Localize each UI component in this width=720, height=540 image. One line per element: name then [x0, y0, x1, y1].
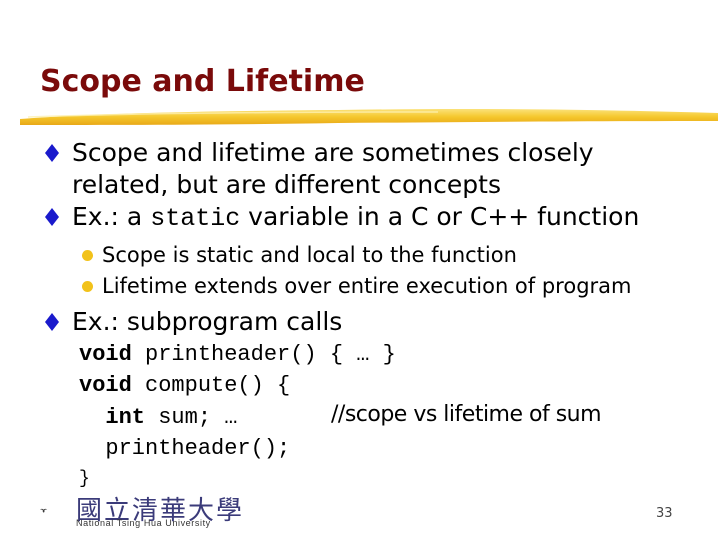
title-underline-brush [20, 109, 718, 125]
sub-bullet-1-text: Scope is static and local to the functio… [102, 243, 517, 267]
slide-title: Scope and Lifetime [40, 64, 365, 99]
code-text: compute() { [131, 373, 291, 398]
code-keyword: void [79, 342, 132, 367]
university-emblem-icon [40, 508, 48, 513]
code-line-1: void printheader() { … } [79, 339, 396, 370]
page-number: 33 [656, 506, 673, 521]
bullet-3-text: Ex.: subprogram calls [72, 307, 343, 336]
bullet-2-suffix: variable in a C or C++ function [240, 202, 640, 231]
code-text: sum; … [145, 405, 238, 430]
code-comment: //scope vs lifetime of sum [331, 402, 602, 427]
circle-bullet-icon [82, 250, 93, 261]
code-text: printheader() { … } [131, 342, 396, 367]
code-line-2: void compute() { [79, 370, 290, 401]
bullet-1-line-2: related, but are different concepts [72, 170, 501, 199]
static-keyword: static [150, 204, 241, 233]
bullet-2-prefix: Ex.: a [72, 202, 151, 231]
diamond-bullet-icon [45, 144, 59, 162]
diamond-bullet-icon [45, 208, 59, 226]
sub-bullet-2-text: Lifetime extends over entire execution o… [102, 274, 632, 298]
diamond-bullet-icon [45, 313, 59, 331]
code-keyword: int [79, 405, 146, 430]
bullet-1-line-1: Scope and lifetime are sometimes closely [72, 138, 594, 167]
code-line-4: printheader(); [79, 436, 291, 461]
bullet-2-text: Ex.: a static variable in a C or C++ fun… [72, 202, 639, 234]
code-keyword: void [79, 373, 132, 398]
university-name-english: National Tsing Hua University [76, 518, 211, 528]
circle-bullet-icon [82, 281, 93, 292]
code-line-3: int sum; … [79, 402, 237, 433]
